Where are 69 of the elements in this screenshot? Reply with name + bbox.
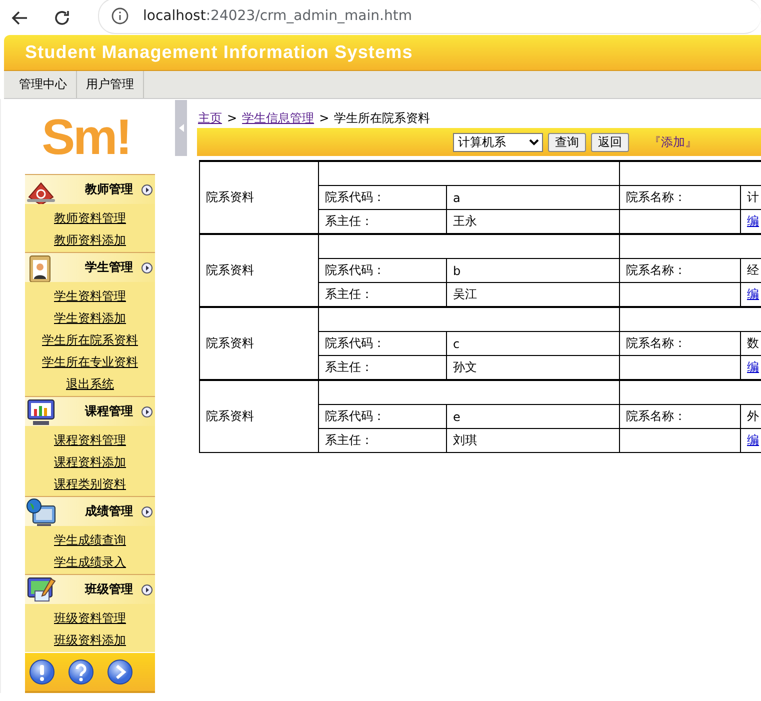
table-cell: 院系代码：	[318, 404, 446, 428]
menu-link[interactable]: 班级资料管理	[54, 607, 126, 629]
menu-group-header[interactable]: 学生管理	[25, 252, 155, 282]
collapse-handle[interactable]	[175, 100, 187, 156]
menu-link[interactable]: 学生成绩录入	[54, 551, 126, 573]
breadcrumb-text: >	[319, 111, 330, 125]
help-icon[interactable]	[68, 659, 94, 685]
menu-link[interactable]: 学生成绩查询	[54, 529, 126, 551]
menu-group-header[interactable]: 成绩管理	[25, 496, 155, 526]
table-cell: 院系资料	[200, 380, 318, 452]
arrow-circle-icon[interactable]	[141, 406, 153, 418]
menu-group-header[interactable]: 班级管理	[25, 574, 155, 604]
breadcrumb-link[interactable]: 主页	[198, 110, 222, 126]
menu-link[interactable]: 学生所在专业资料	[42, 351, 138, 373]
menu-group-title: 课程管理	[85, 403, 133, 420]
caret-icon	[178, 124, 184, 132]
back-button[interactable]: 返回	[591, 132, 629, 152]
globe-monitor-icon	[25, 496, 57, 526]
menu-group-title: 班级管理	[85, 581, 133, 598]
app-title: Student Management Information Systems	[25, 42, 413, 63]
menu-group-header[interactable]: 教师管理	[25, 174, 155, 204]
table-cell: 院系资料	[200, 161, 318, 234]
monitor-chart-icon	[25, 396, 57, 426]
table-cell: 院系名称：	[620, 258, 740, 282]
menu-link[interactable]: 课程资料添加	[54, 451, 126, 473]
table-cell: b	[446, 258, 620, 282]
table-cell: 院系代码：	[318, 258, 446, 282]
menu-group-header[interactable]: 课程管理	[25, 396, 155, 426]
arrow-circle-icon[interactable]	[141, 584, 153, 596]
breadcrumb-link[interactable]: 学生信息管理	[242, 110, 314, 126]
query-button[interactable]: 查询	[548, 132, 586, 152]
info-icon[interactable]	[29, 659, 55, 685]
table-cell: e	[446, 404, 620, 428]
menu-group-title: 教师管理	[85, 181, 133, 198]
menu-group-title: 学生管理	[85, 259, 133, 276]
menu-link[interactable]: 学生资料管理	[54, 285, 126, 307]
breadcrumb-text: 学生所在院系资料	[334, 110, 430, 126]
menu-link[interactable]: 学生所在院系资料	[42, 329, 138, 351]
nav-tab[interactable]: 用户管理	[77, 71, 144, 98]
address-field[interactable]: localhost:24023/crm_admin_main.htm	[143, 8, 412, 24]
table-cell: c	[446, 332, 620, 356]
menu-link[interactable]: 班级资料添加	[54, 629, 126, 651]
nav-tab[interactable]: 管理中心	[10, 71, 77, 98]
menu-link[interactable]: 课程类别资料	[54, 473, 126, 495]
table-cell: 院系名称：	[620, 332, 740, 356]
table-cell: 院系资料	[200, 234, 318, 307]
logo: Sm!	[42, 109, 130, 165]
menu-link[interactable]: 课程资料管理	[54, 429, 126, 451]
department-select[interactable]: 计算机系	[453, 132, 543, 152]
menu-link[interactable]: 退出系统	[66, 373, 114, 395]
info-icon	[111, 6, 129, 24]
menu-group-title: 成绩管理	[85, 503, 133, 520]
table-cell: 刘琪	[446, 428, 620, 452]
table-cell: 院系资料	[200, 307, 318, 380]
table-cell: a	[446, 186, 620, 210]
arrow-circle-icon[interactable]	[141, 506, 153, 518]
menu-link[interactable]: 教师资料管理	[54, 207, 126, 229]
add-link[interactable]: 『添加』	[649, 134, 697, 150]
menu-link[interactable]: 教师资料添加	[54, 229, 126, 251]
monitor-pen-icon	[25, 574, 57, 604]
breadcrumb-text: >	[227, 111, 238, 125]
table-cell: 院系代码：	[318, 186, 446, 210]
table-cell: 院系代码：	[318, 332, 446, 356]
menu-link[interactable]: 学生资料添加	[54, 307, 126, 329]
table-cell: 系主任：	[318, 428, 446, 452]
table-cell: 院系名称：	[620, 186, 740, 210]
arrow-circle-icon[interactable]	[141, 184, 153, 196]
arrow-circle-icon[interactable]	[141, 262, 153, 274]
table-cell: 院系名称：	[620, 404, 740, 428]
